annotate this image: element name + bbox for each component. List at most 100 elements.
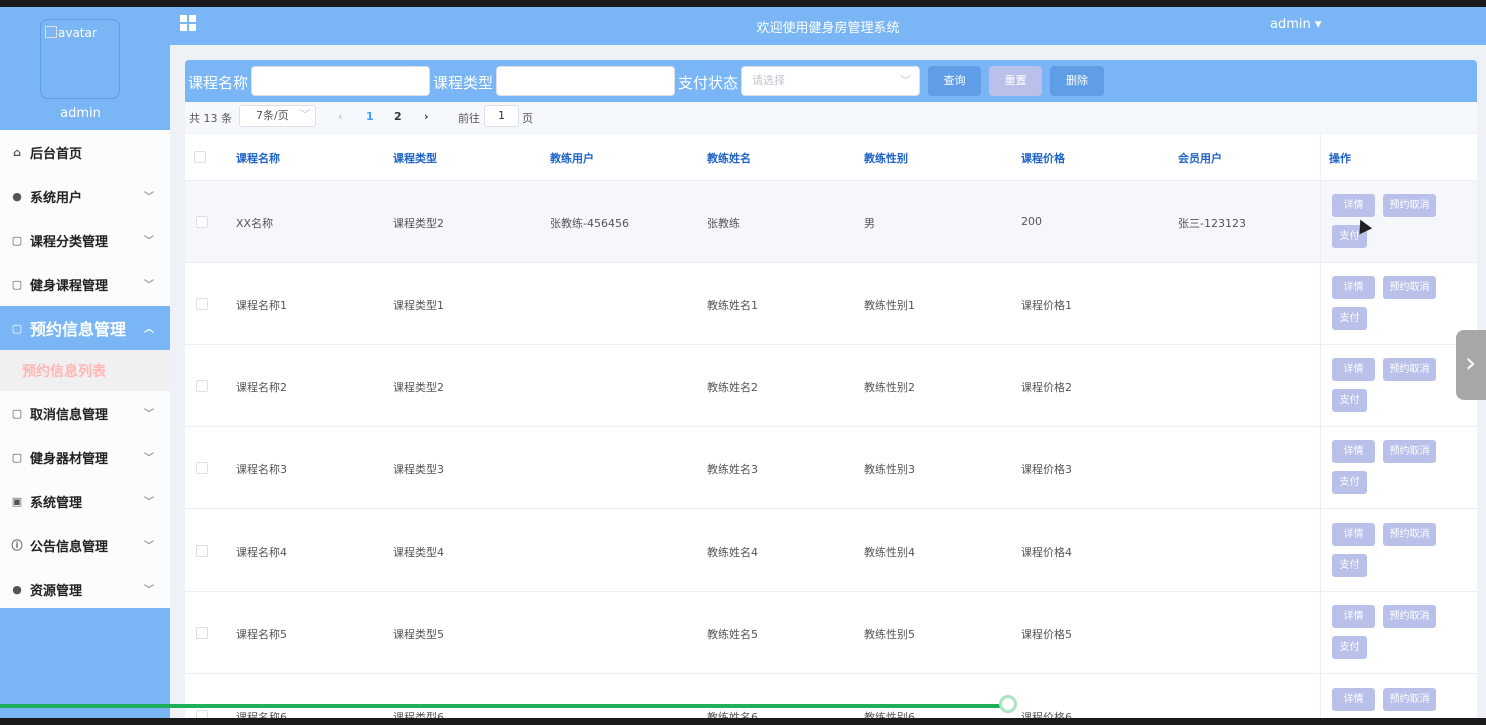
- page-2-button[interactable]: 2: [394, 110, 402, 123]
- cancel-reservation-button[interactable]: 预约取消: [1383, 276, 1436, 299]
- table-row[interactable]: 课程名称6 课程类型6 教练姓名6 教练性别6 课程价格6 详情 预约取消 支付: [185, 675, 1477, 718]
- sidebar-item-home[interactable]: ⌂ 后台首页: [0, 130, 170, 174]
- reset-button[interactable]: 重置: [989, 66, 1042, 96]
- table-row[interactable]: 课程名称1 课程类型1 教练姓名1 教练性别1 课程价格1 详情 预约取消 支付: [185, 263, 1477, 345]
- pay-button[interactable]: 支付: [1332, 554, 1367, 577]
- cancel-reservation-button[interactable]: 预约取消: [1383, 605, 1436, 628]
- chevron-down-icon: ﹀: [144, 236, 154, 247]
- chevron-down-icon: ﹀: [144, 453, 154, 464]
- pay-button[interactable]: 支付: [1332, 636, 1367, 659]
- cell-course-name: 课程名称6: [236, 711, 287, 718]
- table-row[interactable]: XX名称 课程类型2 张教练-456456 张教练 男 200 张三-12312…: [185, 181, 1477, 263]
- user-icon: ●: [12, 189, 22, 203]
- home-icon: ⌂: [13, 145, 21, 159]
- sidebar-item-reservation[interactable]: ▢ 预约信息管理 ︿: [0, 306, 170, 350]
- cancel-reservation-button[interactable]: 预约取消: [1383, 194, 1436, 217]
- image-icon: ▣: [11, 494, 23, 508]
- video-progress-handle[interactable]: [999, 695, 1017, 713]
- pay-button[interactable]: 支付: [1332, 307, 1367, 330]
- course-name-input[interactable]: [251, 66, 430, 96]
- chevron-down-icon: ﹀: [144, 280, 154, 291]
- column-header: 课程名称: [236, 152, 280, 165]
- goto-page-input[interactable]: 1: [484, 105, 519, 127]
- sidebar-item-equipment[interactable]: ▢ 健身器材管理 ﹀: [0, 435, 170, 479]
- page-size-select[interactable]: 7条/页 ﹀: [239, 105, 316, 127]
- cell-course-price: 200: [1021, 215, 1042, 228]
- cancel-reservation-button[interactable]: 预约取消: [1383, 688, 1436, 711]
- cancel-reservation-button[interactable]: 预约取消: [1383, 440, 1436, 463]
- cancel-reservation-button[interactable]: 预约取消: [1383, 358, 1436, 381]
- row-checkbox[interactable]: [196, 710, 208, 718]
- table-row[interactable]: 课程名称4 课程类型4 教练姓名4 教练性别4 课程价格4 详情 预约取消 支付: [185, 510, 1477, 592]
- pay-button[interactable]: 支付: [1332, 389, 1367, 412]
- chevron-down-icon: ﹀: [900, 74, 911, 87]
- page-1-button[interactable]: 1: [366, 110, 374, 123]
- pay-status-select[interactable]: 请选择 ﹀: [741, 66, 920, 96]
- cancel-reservation-button[interactable]: 预约取消: [1383, 523, 1436, 546]
- cell-course-type: 课程类型4: [393, 546, 444, 559]
- query-button[interactable]: 查询: [928, 66, 981, 96]
- prev-page-button[interactable]: ‹: [338, 110, 343, 123]
- table-row[interactable]: 课程名称2 课程类型2 教练姓名2 教练性别2 课程价格2 详情 预约取消 支付: [185, 345, 1477, 427]
- sidebar-item-cancellation[interactable]: ▢ 取消信息管理 ﹀: [0, 391, 170, 435]
- next-slide-button[interactable]: ›: [1456, 330, 1486, 400]
- cell-course-name: 课程名称3: [236, 463, 287, 476]
- sidebar-item-label: 取消信息管理: [30, 407, 109, 423]
- sidebar-subitem-reservation-list[interactable]: 预约信息列表: [0, 350, 170, 391]
- row-checkbox[interactable]: [196, 216, 208, 228]
- detail-button[interactable]: 详情: [1332, 688, 1375, 711]
- cell-coach-user: 张教练-456456: [550, 217, 629, 230]
- cell-member-user: 张三-123123: [1178, 217, 1246, 230]
- cell-coach-name: 教练姓名6: [707, 711, 758, 718]
- sidebar-item-course-category[interactable]: ▢ 课程分类管理 ﹀: [0, 218, 170, 262]
- detail-button[interactable]: 详情: [1332, 276, 1375, 299]
- reservation-table: 课程名称 课程类型 教练用户 教练姓名 教练性别 课程价格 会员用户 操作 XX…: [185, 134, 1477, 718]
- page-suffix: 页: [522, 112, 533, 125]
- row-checkbox[interactable]: [196, 462, 208, 474]
- sidebar-item-resources[interactable]: ● 资源管理 ﹀: [0, 567, 170, 611]
- table-header: 课程名称 课程类型 教练用户 教练姓名 教练性别 课程价格 会员用户 操作: [185, 134, 1477, 181]
- cell-coach-gender: 教练性别5: [864, 628, 915, 641]
- video-progress-bar[interactable]: [0, 704, 1010, 708]
- cell-course-name: 课程名称1: [236, 299, 287, 312]
- sidebar-item-notice[interactable]: ⓘ 公告信息管理 ﹀: [0, 523, 170, 567]
- cell-course-price: 课程价格3: [1021, 463, 1072, 476]
- pay-button[interactable]: 支付: [1332, 471, 1367, 494]
- table-row[interactable]: 课程名称3 课程类型3 教练姓名3 教练性别3 课程价格3 详情 预约取消 支付: [185, 427, 1477, 509]
- doc-icon: ▢: [11, 406, 23, 420]
- operation-column-divider: [1320, 134, 1321, 718]
- detail-button[interactable]: 详情: [1332, 440, 1375, 463]
- chevron-up-icon: ︿: [144, 324, 154, 335]
- user-menu-dropdown[interactable]: admin ▾: [1270, 17, 1321, 32]
- detail-button[interactable]: 详情: [1332, 358, 1375, 381]
- cell-course-price: 课程价格2: [1021, 381, 1072, 394]
- sidebar-item-system-users[interactable]: ● 系统用户 ﹀: [0, 174, 170, 218]
- goto-label: 前往: [458, 112, 480, 125]
- sidebar-item-fitness-course[interactable]: ▢ 健身课程管理 ﹀: [0, 262, 170, 306]
- row-checkbox[interactable]: [196, 380, 208, 392]
- doc-icon: ▢: [11, 233, 23, 247]
- detail-button[interactable]: 详情: [1332, 194, 1375, 217]
- delete-button[interactable]: 删除: [1050, 66, 1104, 96]
- course-type-input[interactable]: [496, 66, 675, 96]
- cell-course-name: 课程名称5: [236, 628, 287, 641]
- info-icon: ⓘ: [11, 539, 23, 552]
- table-row[interactable]: 课程名称5 课程类型5 教练姓名5 教练性别5 课程价格5 详情 预约取消 支付: [185, 592, 1477, 674]
- cell-coach-name: 教练姓名1: [707, 299, 758, 312]
- row-checkbox[interactable]: [196, 298, 208, 310]
- sidebar-item-label: 系统管理: [30, 495, 83, 511]
- detail-button[interactable]: 详情: [1332, 523, 1375, 546]
- sidebar-item-system-admin[interactable]: ▣ 系统管理 ﹀: [0, 479, 170, 523]
- column-header: 会员用户: [1178, 152, 1222, 165]
- doc-icon: ▢: [11, 450, 23, 464]
- sidebar-item-label: 后台首页: [30, 146, 83, 162]
- row-checkbox[interactable]: [196, 627, 208, 639]
- next-page-button[interactable]: ›: [424, 110, 429, 123]
- detail-button[interactable]: 详情: [1332, 605, 1375, 628]
- total-count: 共 13 条: [189, 112, 232, 125]
- row-checkbox[interactable]: [196, 545, 208, 557]
- cell-coach-name: 张教练: [707, 217, 740, 230]
- select-all-checkbox[interactable]: [194, 151, 206, 163]
- pay-status-placeholder: 请选择: [752, 74, 785, 87]
- pin-icon: ●: [12, 582, 22, 596]
